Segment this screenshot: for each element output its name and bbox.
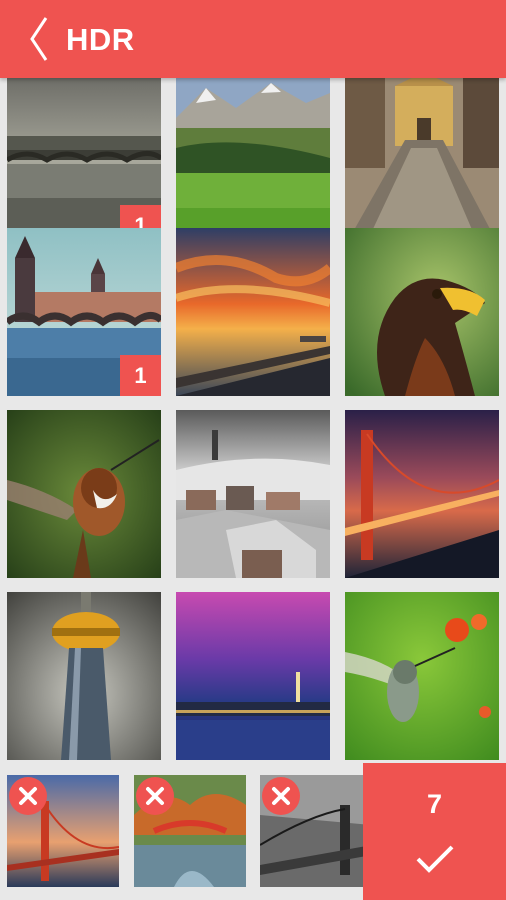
photo-tile[interactable] [7,410,161,578]
page-title: HDR [66,22,135,57]
photo-tile[interactable]: 1 [7,228,161,396]
photo-tv-tower [7,592,161,760]
photo-snowy-village [176,410,330,578]
close-icon [146,787,164,805]
photo-tile[interactable] [176,592,330,760]
photo-city-night [176,592,330,760]
selected-count: 7 [426,789,443,819]
photo-hummingbird [7,410,161,578]
photo-sunset-pier [176,228,330,396]
photo-tile[interactable] [7,592,161,760]
selection-count-badge: 1 [120,355,161,396]
photo-eagle [345,228,499,396]
photo-tile[interactable] [176,228,330,396]
remove-button[interactable] [262,777,300,815]
photo-tile[interactable]: 1 [7,78,161,246]
photo-grid: 1 1 [0,78,506,762]
photo-golden-gate-fog [345,410,499,578]
remove-button[interactable] [9,777,47,815]
remove-button[interactable] [136,777,174,815]
back-button[interactable] [22,14,58,64]
photo-tile[interactable] [345,78,499,246]
photo-tile[interactable] [176,78,330,246]
photo-hummingbird-flowers [345,592,499,760]
confirm-selection-button[interactable]: 7 [363,763,506,900]
photo-mountain-valley [176,78,330,246]
close-icon [19,787,37,805]
close-icon [272,787,290,805]
chevron-left-icon [30,17,48,61]
photo-tile[interactable] [345,592,499,760]
photo-tile[interactable] [345,228,499,396]
checkmark-icon [416,845,454,873]
photo-tile[interactable] [345,410,499,578]
photo-tile[interactable] [176,410,330,578]
app-bar: HDR [0,0,506,78]
photo-village-street [345,78,499,246]
